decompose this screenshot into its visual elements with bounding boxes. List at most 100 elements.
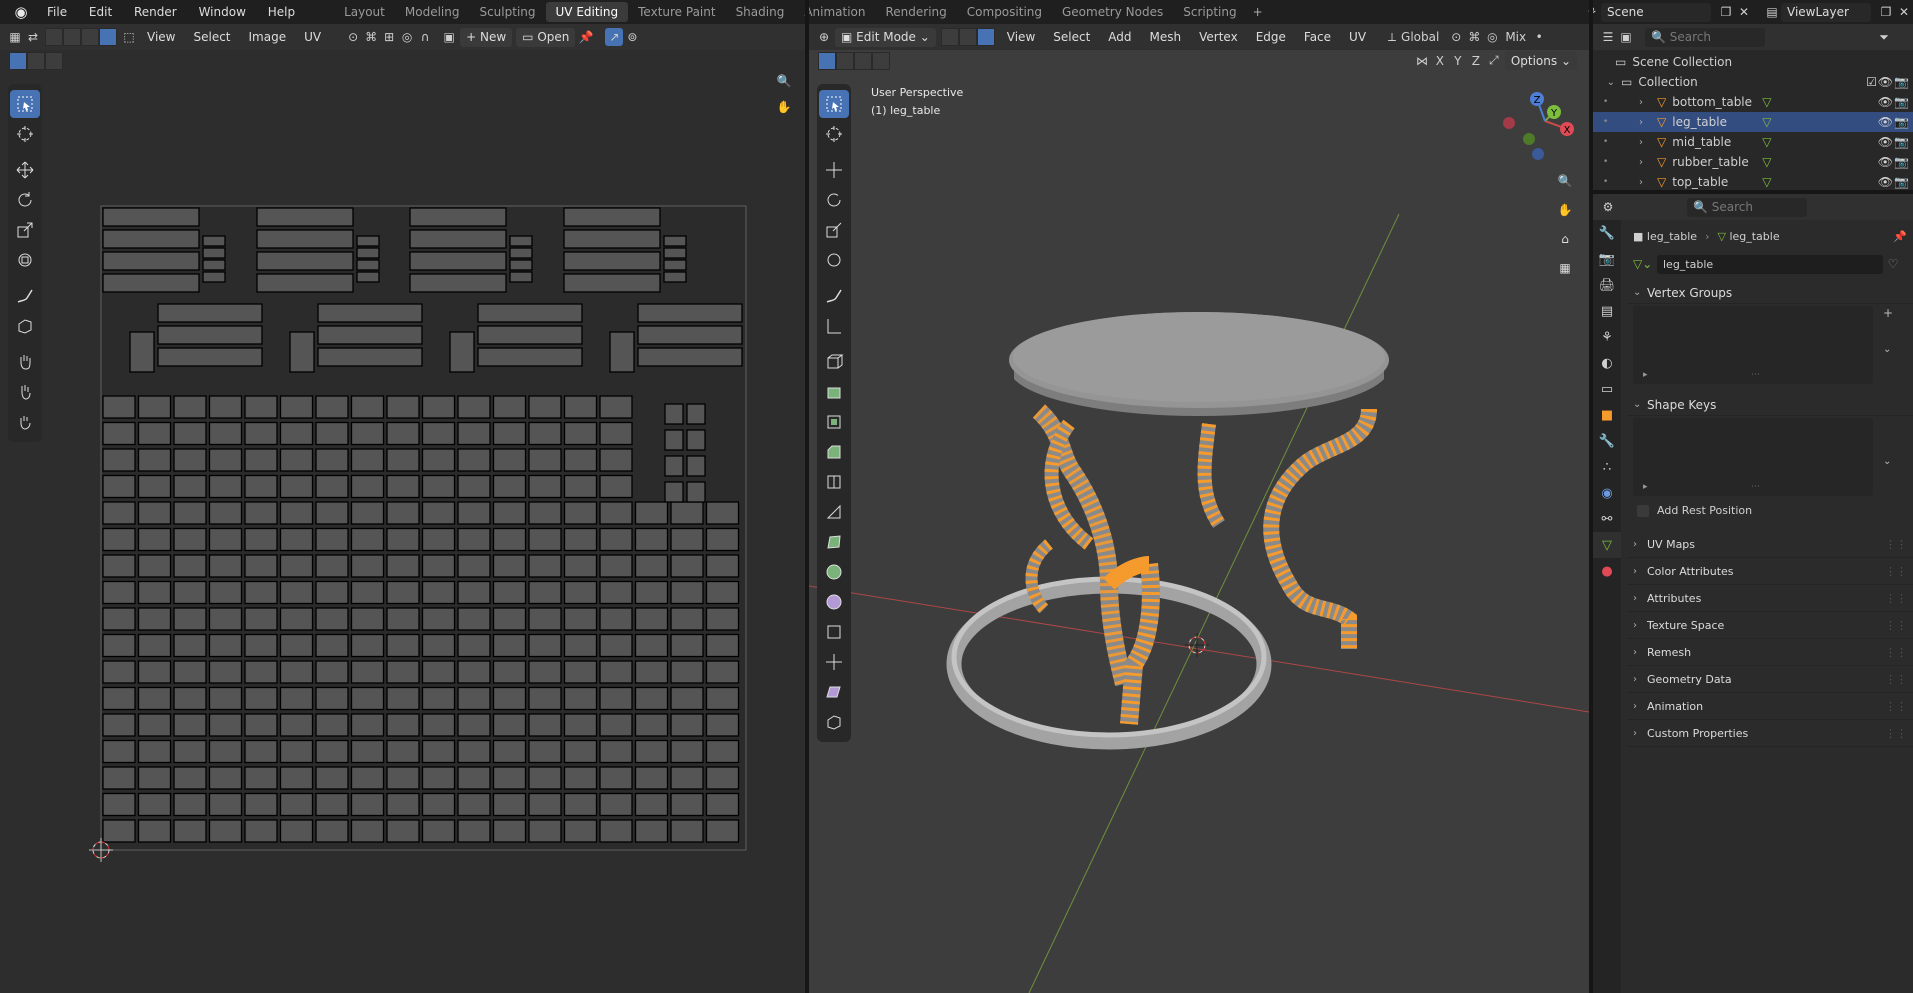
section-color-attributes[interactable]: › Color Attributes ⋮⋮ xyxy=(1627,559,1913,585)
section-drag-handle-icon[interactable]: ⋮⋮ xyxy=(1885,565,1907,578)
vertex-groups-panel-header[interactable]: ⌄ Vertex Groups xyxy=(1627,282,1913,304)
object-visibility-dot-icon[interactable]: • xyxy=(1603,157,1613,167)
vp-zoom-icon[interactable]: 🔍 xyxy=(1554,170,1576,192)
menu-window[interactable]: Window xyxy=(190,5,255,19)
outliner-object-row[interactable]: • › ▽ mid_table ▽ 👁 📷 xyxy=(1593,132,1913,152)
view-layer-selector[interactable]: ViewLayer xyxy=(1781,2,1871,22)
extrude-tool[interactable] xyxy=(819,378,849,406)
object-render-icon[interactable]: 📷 xyxy=(1894,115,1909,129)
tool-tab-icon[interactable]: 🔧 xyxy=(1593,220,1621,246)
object-visibility-dot-icon[interactable]: • xyxy=(1603,97,1613,107)
vp-grid-icon[interactable]: ▦ xyxy=(1554,257,1576,279)
add-workspace-icon[interactable]: + xyxy=(1247,5,1269,19)
tab-compositing[interactable]: Compositing xyxy=(957,2,1052,22)
shape-list-resize-icon[interactable]: ⋯ xyxy=(1751,482,1760,492)
physics-tab-icon[interactable]: ◉ xyxy=(1593,480,1621,506)
vp-rotate-tool[interactable] xyxy=(819,186,849,214)
mesh-data-icon[interactable]: ▽ xyxy=(1762,135,1771,149)
vertex-group-menu-icon[interactable]: ⌄ xyxy=(1883,344,1891,355)
menu-file[interactable]: File xyxy=(38,5,76,19)
vp-measure-tool[interactable] xyxy=(819,312,849,340)
vp-cursor-tool[interactable] xyxy=(819,120,849,148)
mesh-data-icon[interactable]: ▽ xyxy=(1762,155,1771,169)
shape-keys-panel-header[interactable]: ⌄ Shape Keys xyxy=(1627,394,1913,416)
new-view-layer-icon[interactable]: ❐ xyxy=(1877,3,1895,21)
collection-row[interactable]: ⌄ ▭ Collection ☑ 👁 📷 xyxy=(1593,72,1913,92)
outliner-object-row[interactable]: • › ▽ top_table ▽ 👁 📷 xyxy=(1593,172,1913,190)
tab-sculpting[interactable]: Sculpting xyxy=(469,2,545,22)
filter-icon[interactable]: ⏷ xyxy=(1875,28,1893,46)
uv-layout-canvas[interactable] xyxy=(0,24,805,993)
object-visibility-icon[interactable]: 👁 xyxy=(1878,135,1893,149)
modifier-tab-icon[interactable]: 🔧 xyxy=(1593,428,1621,454)
new-scene-icon[interactable]: ❐ xyxy=(1717,3,1735,21)
spin-tool[interactable] xyxy=(819,558,849,586)
object-visibility-icon[interactable]: 👁 xyxy=(1878,175,1893,189)
3d-scene[interactable]: X Y Z xyxy=(809,24,1589,993)
scene-collection-row[interactable]: ▭ Scene Collection xyxy=(1593,52,1913,72)
menu-help[interactable]: Help xyxy=(259,5,304,19)
collection-expand-icon[interactable]: ⌄ xyxy=(1593,77,1615,88)
tab-texture-paint[interactable]: Texture Paint xyxy=(628,2,725,22)
mesh-browse-icon[interactable]: ▽⌄ xyxy=(1633,257,1657,271)
material-tab-icon[interactable]: ● xyxy=(1593,558,1621,584)
tab-uv-editing[interactable]: UV Editing xyxy=(545,2,629,22)
rip-region-tool[interactable] xyxy=(819,708,849,736)
section-attributes[interactable]: › Attributes ⋮⋮ xyxy=(1627,586,1913,612)
shrink-fatten-tool[interactable] xyxy=(819,648,849,676)
object-render-icon[interactable]: 📷 xyxy=(1894,135,1909,149)
section-drag-handle-icon[interactable]: ⋮⋮ xyxy=(1885,538,1907,551)
object-render-icon[interactable]: 📷 xyxy=(1894,95,1909,109)
vertex-groups-list[interactable]: ▸ ⋯ xyxy=(1633,306,1873,384)
mesh-data-icon[interactable]: ▽ xyxy=(1762,115,1771,129)
section-texture-space[interactable]: › Texture Space ⋮⋮ xyxy=(1627,613,1913,639)
shape-keys-list[interactable]: ▸ ⋯ xyxy=(1633,418,1873,496)
outliner-search[interactable]: 🔍 Search xyxy=(1645,27,1765,47)
constraints-tab-icon[interactable]: ⚯ xyxy=(1593,506,1621,532)
object-render-icon[interactable]: 📷 xyxy=(1894,155,1909,169)
fake-user-icon[interactable]: ♡ xyxy=(1883,257,1903,271)
knife-tool[interactable] xyxy=(819,498,849,526)
properties-editor-icon[interactable]: ⚙ xyxy=(1599,198,1617,216)
object-tab-icon[interactable]: ■ xyxy=(1593,402,1621,428)
collection-checkbox[interactable]: ☑ xyxy=(1866,75,1877,89)
mesh-name-field[interactable]: leg_table xyxy=(1657,254,1883,274)
mesh-data-icon[interactable]: ▽ xyxy=(1762,175,1771,189)
bevel-tool[interactable] xyxy=(819,438,849,466)
vp-camera-icon[interactable]: ⌂ xyxy=(1554,228,1576,250)
object-visibility-icon[interactable]: 👁 xyxy=(1878,155,1893,169)
tab-modeling[interactable]: Modeling xyxy=(395,2,470,22)
add-vertex-group-icon[interactable]: + xyxy=(1883,306,1893,320)
vp-move-tool[interactable] xyxy=(819,156,849,184)
world-tab-icon[interactable]: ◐ xyxy=(1593,350,1621,376)
object-visibility-icon[interactable]: 👁 xyxy=(1878,95,1893,109)
outliner-editor-icon[interactable]: ☰ xyxy=(1599,28,1617,46)
shear-tool[interactable] xyxy=(819,678,849,706)
navigation-gizmo[interactable]: X Y Z xyxy=(1503,92,1574,160)
collection-tab-icon[interactable]: ▭ xyxy=(1593,376,1621,402)
section-drag-handle-icon[interactable]: ⋮⋮ xyxy=(1885,619,1907,632)
view-layer-icon[interactable]: ▤ xyxy=(1763,3,1781,21)
loop-cut-tool[interactable] xyxy=(819,468,849,496)
shape-list-filter-icon[interactable]: ▸ xyxy=(1643,482,1648,492)
section-drag-handle-icon[interactable]: ⋮⋮ xyxy=(1885,700,1907,713)
display-mode-icon[interactable]: ▣ xyxy=(1617,28,1635,46)
tab-geometry-nodes[interactable]: Geometry Nodes xyxy=(1052,2,1173,22)
section-drag-handle-icon[interactable]: ⋮⋮ xyxy=(1885,727,1907,740)
section-custom-properties[interactable]: › Custom Properties ⋮⋮ xyxy=(1627,721,1913,747)
blender-logo-icon[interactable]: ◉ xyxy=(10,1,32,23)
edge-slide-tool[interactable] xyxy=(819,618,849,646)
object-expand-icon[interactable]: › xyxy=(1639,97,1657,108)
scene-selector[interactable]: Scene xyxy=(1601,2,1711,22)
object-render-icon[interactable]: 📷 xyxy=(1894,175,1909,189)
particles-tab-icon[interactable]: ∴ xyxy=(1593,454,1621,480)
inset-tool[interactable] xyxy=(819,408,849,436)
outliner-object-row[interactable]: • › ▽ leg_table ▽ 👁 📷 xyxy=(1593,112,1913,132)
tab-scripting[interactable]: Scripting xyxy=(1173,2,1246,22)
object-visibility-dot-icon[interactable]: • xyxy=(1603,117,1613,127)
tab-shading[interactable]: Shading xyxy=(726,2,795,22)
object-expand-icon[interactable]: › xyxy=(1639,117,1657,128)
list-filter-icon[interactable]: ▸ xyxy=(1643,370,1648,380)
pin-breadcrumb-icon[interactable]: 📌 xyxy=(1893,230,1907,243)
scene-tab-icon[interactable]: ⚘ xyxy=(1593,324,1621,350)
